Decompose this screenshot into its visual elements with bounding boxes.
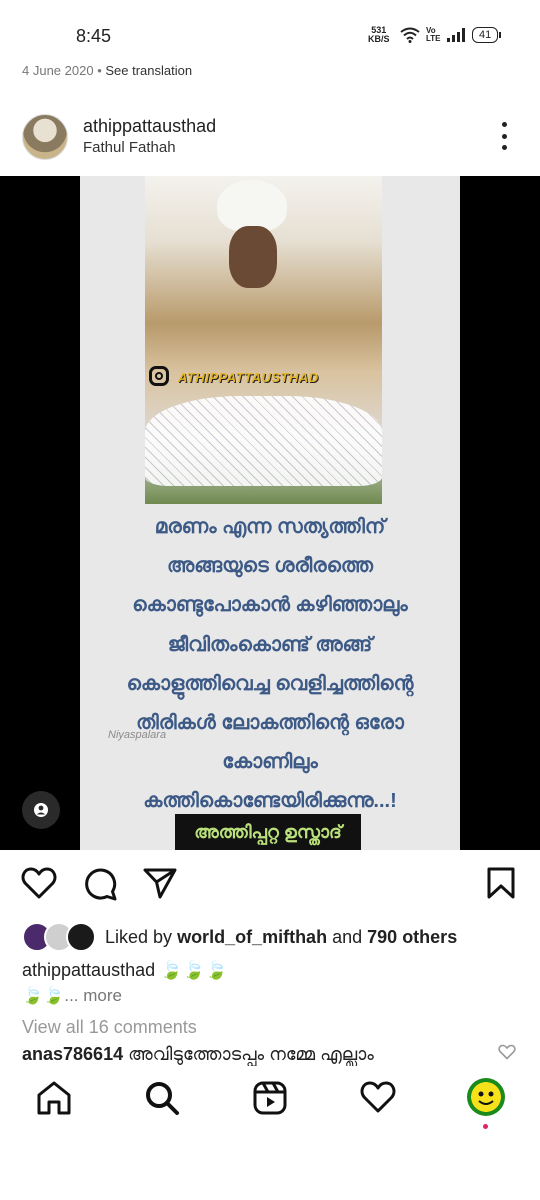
see-translation-link[interactable]: See translation: [105, 63, 192, 78]
comment-text: അവിടുത്തോടപ്പം നമ്മേ എല്ലാം: [128, 1044, 374, 1064]
author-label: അത്തിപ്പറ്റ ഉസ്താദ്: [175, 814, 361, 850]
poem-line: കൊളുത്തിവെച്ച വെളിച്ചത്തിന്റെ: [126, 672, 414, 695]
comment-icon[interactable]: [82, 866, 118, 902]
poem-text: മരണം എന്ന സത്യത്തിന് അങ്ങയുടെ ശരീരത്തെ ക…: [80, 508, 460, 822]
poem-line: മരണം എന്ന സത്യത്തിന്: [154, 516, 386, 538]
author-avatar[interactable]: [22, 114, 68, 160]
poem-line: കൊണ്ടുപോകാൻ കഴിഞ്ഞാലും: [132, 594, 408, 617]
comment-like-heart-icon[interactable]: [498, 1044, 516, 1060]
comment-username[interactable]: anas786614: [22, 1044, 123, 1064]
caption: athippattausthad 🍃🍃🍃: [22, 960, 227, 981]
user-tag-icon[interactable]: [22, 791, 60, 829]
artist-signature: Niyaspalara: [108, 729, 167, 741]
post-date: 4 June 2020: [22, 63, 94, 78]
view-all-comments-link[interactable]: View all 16 comments: [22, 1017, 197, 1038]
portrait-photo: [145, 176, 382, 504]
comment-preview: anas786614 അവിടുത്തോടപ്പം നമ്മേ എല്ലാം: [22, 1044, 502, 1066]
image-watermark: ATHIPPATTAUSTHAD: [178, 370, 319, 385]
author-username[interactable]: athippattausthad: [83, 116, 216, 137]
reels-icon[interactable]: [252, 1080, 288, 1116]
post-subtitle[interactable]: Fathul Fathah: [83, 139, 176, 156]
wifi-icon: [400, 27, 420, 43]
status-time: 8:45: [76, 26, 112, 46]
notification-dot: [483, 1124, 488, 1129]
network-speed: 531 KB/S: [368, 25, 390, 44]
poem-line: അങ്ങയുടെ ശരീരത്തെ: [167, 555, 373, 578]
battery-indicator: 41: [472, 27, 502, 43]
caption-emoji: 🍃🍃🍃: [160, 960, 228, 980]
caption-continued[interactable]: 🍃🍃... more: [22, 986, 122, 1006]
activity-icon[interactable]: [360, 1080, 396, 1114]
post-date-line: 4 June 2020 • See translation: [22, 63, 193, 78]
likes-summary[interactable]: Liked by world_of_mifthah and 790 others: [105, 927, 457, 948]
bookmark-icon[interactable]: [486, 866, 516, 900]
instagram-logo-icon: [149, 366, 169, 386]
caption-more-link[interactable]: ... more: [64, 986, 122, 1005]
avatar: [66, 922, 96, 952]
poem-line: ജീവിതംകൊണ്ട് അങ്ങ്: [167, 633, 373, 656]
likes-count[interactable]: 790 others: [367, 927, 457, 947]
home-icon[interactable]: [36, 1080, 72, 1116]
status-icons: Vo LTE 41: [400, 24, 502, 46]
poem-line: കോണിലും: [222, 751, 318, 774]
caption-emoji: 🍃🍃: [22, 986, 65, 1005]
kebab-icon[interactable]: [494, 122, 514, 150]
search-icon[interactable]: [144, 1080, 180, 1116]
caption-username[interactable]: athippattausthad: [22, 960, 155, 980]
profile-avatar[interactable]: [467, 1078, 505, 1116]
liked-by-avatars[interactable]: [22, 922, 100, 952]
signal-icon: [447, 28, 465, 42]
volte-indicator: Vo LTE: [426, 26, 441, 43]
liked-by-user[interactable]: world_of_mifthah: [177, 927, 327, 947]
heart-icon[interactable]: [21, 866, 57, 900]
status-bar: 8:45 531 KB/S Vo LTE 41: [0, 0, 540, 60]
share-icon[interactable]: [142, 866, 178, 900]
